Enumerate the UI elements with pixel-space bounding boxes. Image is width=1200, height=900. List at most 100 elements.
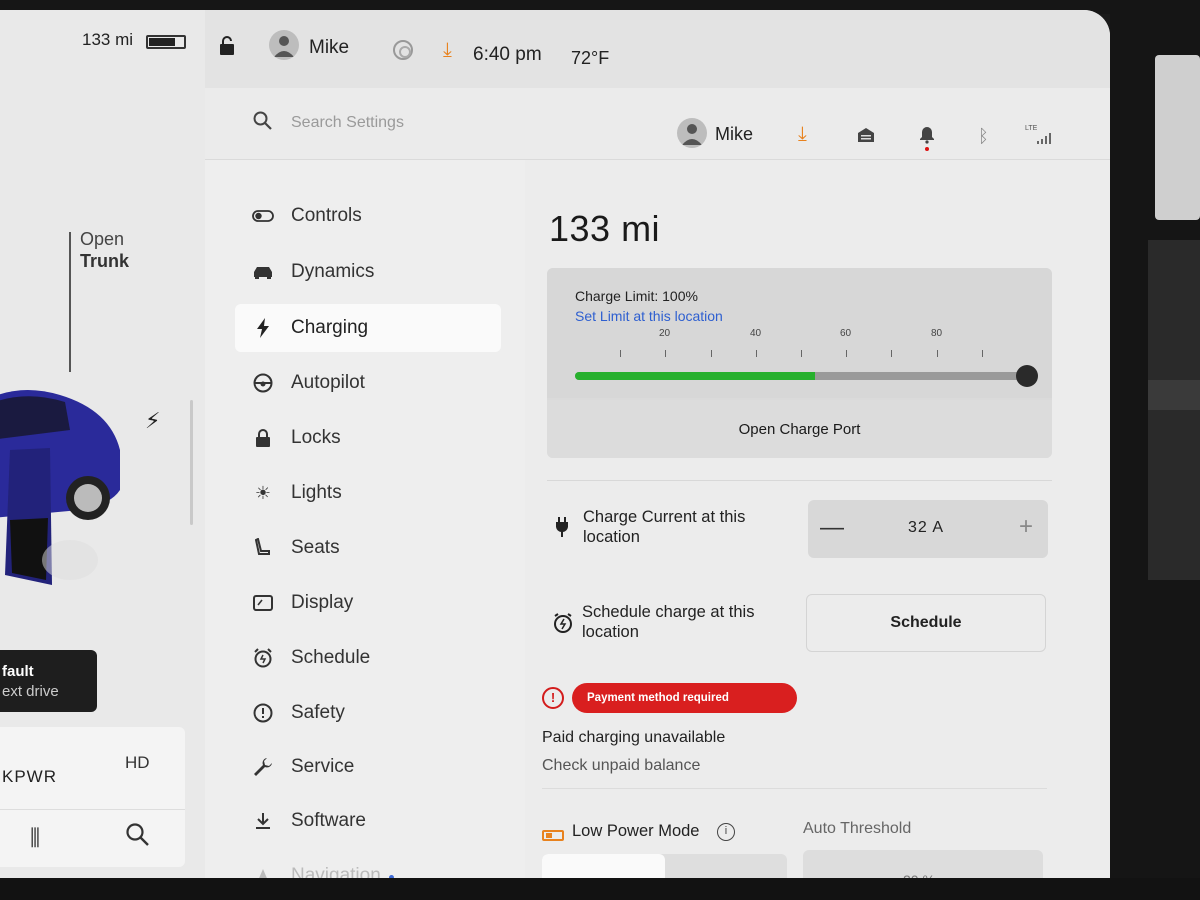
settings-menu: Controls Dynamics Charging Autopilot Loc… — [205, 160, 525, 882]
charge-limit-handle[interactable] — [1016, 365, 1038, 387]
slider-tick — [937, 350, 938, 357]
driver-profile-avatar[interactable] — [269, 30, 299, 60]
menu-item-autopilot[interactable]: Autopilot — [235, 359, 501, 407]
slider-tick — [756, 350, 757, 357]
pane-resize-handle[interactable] — [190, 400, 193, 525]
menu-item-service[interactable]: Service — [235, 743, 501, 791]
top-status-bar: Mike ⤓ 6:40 pm 72°F — [205, 10, 1110, 88]
trunk-label-line2: Trunk — [80, 251, 130, 271]
window-glass — [1155, 55, 1200, 220]
clock: 6:40 pm — [473, 44, 542, 65]
menu-item-dynamics[interactable]: Dynamics — [235, 248, 501, 296]
screen-bezel-right — [1110, 0, 1200, 900]
auto-threshold-label: Auto Threshold — [803, 820, 912, 837]
software-update-icon[interactable]: ⤓ — [443, 39, 452, 62]
software-download-icon[interactable]: ⤓ — [798, 123, 807, 146]
car-icon — [235, 265, 291, 279]
charge-current-label: Charge Current at this location — [583, 508, 746, 546]
menu-item-display[interactable]: Display — [235, 579, 501, 627]
schedule-button[interactable]: Schedule — [806, 594, 1046, 652]
alert-title: fault — [2, 663, 34, 680]
charge-limit-label: Charge Limit: 100% — [575, 288, 698, 304]
hd-radio-icon: HD — [125, 753, 150, 772]
info-icon[interactable]: i — [717, 823, 735, 841]
check-balance-link[interactable]: Check unpaid balance — [542, 757, 700, 775]
trunk-label-line1: Open — [80, 229, 125, 249]
garage-icon[interactable] — [857, 126, 875, 144]
media-player[interactable]: KPWR HD ⫼ — [0, 727, 185, 867]
vehicle-alert-toast[interactable]: fault ext drive — [0, 650, 97, 712]
steering-wheel-icon — [235, 373, 291, 393]
trunk-leader-line — [69, 232, 71, 372]
dash-vent — [1148, 380, 1200, 410]
wrench-icon — [235, 757, 291, 777]
charge-plug-icon — [556, 517, 568, 537]
outside-temperature: 72°F — [571, 48, 610, 68]
section-divider — [547, 480, 1052, 481]
notification-dot — [925, 147, 929, 151]
alarm-icon — [235, 648, 291, 668]
menu-item-software[interactable]: Software — [235, 797, 501, 845]
charging-bolt-icon: ⚡︎ — [145, 408, 161, 433]
profile-name[interactable]: Mike — [715, 124, 753, 145]
search-icon — [253, 111, 272, 130]
slider-tick — [846, 350, 847, 357]
increase-current-button[interactable]: + — [1014, 513, 1038, 541]
media-search-icon[interactable] — [125, 822, 151, 848]
menu-label-schedule: Schedule — [291, 647, 371, 668]
slider-tick — [801, 350, 802, 357]
slider-tick — [665, 350, 666, 357]
menu-label-charging: Charging — [291, 317, 369, 338]
alert-subtitle: ext drive — [2, 683, 59, 700]
slider-tick-label: 80 — [931, 328, 943, 339]
payment-required-badge[interactable]: Payment method required — [572, 683, 797, 713]
toggle-icon — [235, 210, 291, 222]
driver-profile-name[interactable]: Mike — [309, 37, 349, 59]
dash-panel — [1148, 240, 1200, 580]
set-limit-location-link[interactable]: Set Limit at this location — [575, 308, 723, 324]
menu-label-seats: Seats — [291, 537, 340, 558]
unlock-icon[interactable] — [219, 36, 237, 56]
schedule-charge-label: Schedule charge at this location — [582, 603, 755, 641]
menu-item-controls[interactable]: Controls — [235, 192, 501, 240]
estimated-range: 133 mi — [549, 208, 661, 249]
charge-limit-card: Charge Limit: 100% Set Limit at this loc… — [547, 268, 1052, 458]
equalizer-icon[interactable]: ⫼ — [30, 825, 40, 851]
menu-item-lights[interactable]: ☀︎ Lights — [235, 469, 501, 517]
charge-limit-slider[interactable] — [575, 365, 1038, 387]
seat-icon — [235, 538, 291, 558]
battery-icon — [146, 35, 186, 49]
open-trunk-button[interactable]: Open Trunk — [80, 228, 129, 272]
menu-label-lights: Lights — [291, 482, 342, 503]
bluetooth-icon[interactable]: ᛒ — [978, 126, 989, 147]
charging-settings-panel: 133 mi Charge Limit: 100% Set Limit at t… — [525, 160, 1110, 882]
download-icon — [235, 812, 291, 830]
radio-station-label: KPWR — [2, 767, 57, 786]
profile-avatar[interactable] — [677, 118, 707, 148]
screen-bezel-bottom — [0, 878, 1200, 900]
slider-tick — [891, 350, 892, 357]
display-icon — [235, 595, 291, 611]
slider-tick — [711, 350, 712, 357]
menu-item-charging[interactable]: Charging — [235, 304, 501, 352]
menu-label-dynamics: Dynamics — [291, 261, 375, 282]
menu-item-seats[interactable]: Seats — [235, 524, 501, 572]
notifications-bell-icon[interactable] — [919, 126, 935, 151]
decrease-current-button[interactable]: — — [820, 514, 844, 542]
slider-tick-label: 40 — [750, 328, 762, 339]
menu-label-locks: Locks — [291, 427, 341, 448]
open-charge-port-button[interactable]: Open Charge Port — [547, 400, 1052, 458]
paid-charging-status: Paid charging unavailable — [542, 729, 726, 746]
search-settings-input[interactable] — [291, 108, 591, 138]
warning-circle-icon — [235, 703, 291, 723]
menu-label-display: Display — [291, 592, 354, 613]
menu-item-schedule[interactable]: Schedule — [235, 634, 501, 682]
car-model-image[interactable] — [0, 370, 130, 600]
menu-label-safety: Safety — [291, 702, 345, 723]
menu-label-software: Software — [291, 810, 366, 831]
lte-signal-icon: LTE — [1025, 125, 1059, 146]
sun-icon: ☀︎ — [254, 482, 272, 503]
menu-item-safety[interactable]: Safety — [235, 689, 501, 737]
sentry-mode-icon[interactable] — [393, 40, 413, 60]
menu-item-locks[interactable]: Locks — [235, 414, 501, 462]
